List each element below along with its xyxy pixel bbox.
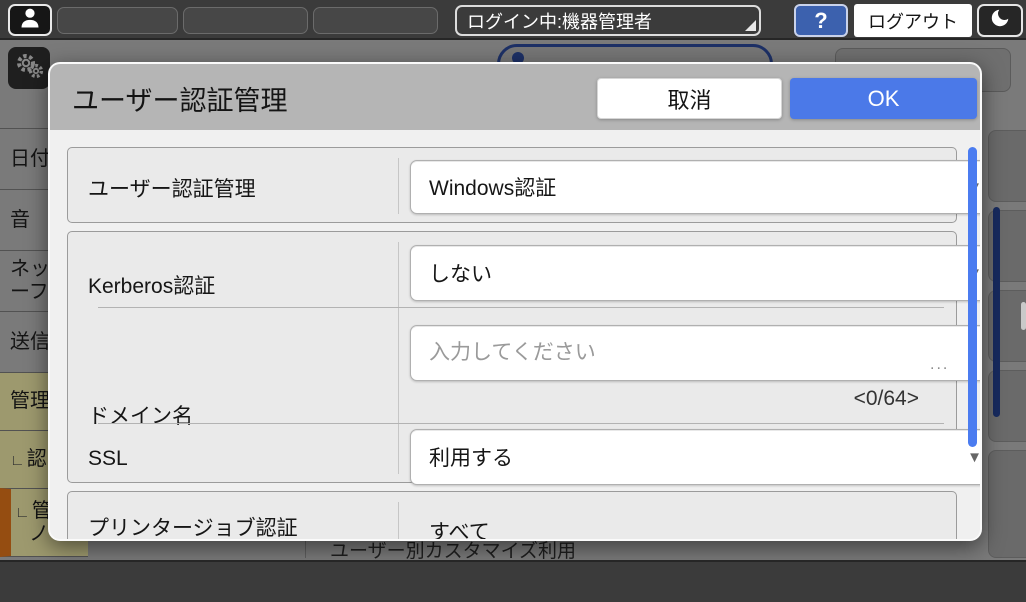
bottom-bar: 2023 / 05 / 19 15 : 44 xyxy=(0,560,1026,602)
field-group-windows-auth-settings: Kerberos認証 しない ▼ ドメイン名 ... <0/64> SSL 利用… xyxy=(67,231,957,483)
moon-icon xyxy=(989,7,1011,34)
printer-job-auth-dropdown[interactable]: すべて xyxy=(410,504,982,541)
column-divider xyxy=(398,242,399,474)
login-status-text: ログイン中:機器管理者 xyxy=(467,8,652,34)
dropdown-value: Windows認証 xyxy=(429,172,556,202)
row-divider xyxy=(98,423,944,424)
corner-triangle-icon xyxy=(745,20,756,31)
function-tab-slot-2[interactable] xyxy=(183,7,308,34)
user-auth-management-dialog: ユーザー認証管理 取消 OK ユーザー認証管理 Windows認証 ▼ Kerb… xyxy=(48,62,982,541)
dialog-scrollbar[interactable] xyxy=(968,147,977,447)
login-status-button[interactable]: ログイン中:機器管理者 xyxy=(455,5,761,36)
logout-button[interactable]: ログアウト xyxy=(854,4,972,37)
kerberos-dropdown[interactable]: しない ▼ xyxy=(410,245,982,301)
chevron-down-icon: ▼ xyxy=(967,449,982,466)
person-icon xyxy=(19,6,41,35)
domain-name-input[interactable] xyxy=(410,325,982,381)
user-button[interactable] xyxy=(8,4,52,36)
ssl-dropdown[interactable]: 利用する ▼ xyxy=(410,429,982,485)
field-label: ドメイン名 xyxy=(88,400,193,430)
column-divider xyxy=(398,502,399,541)
help-button[interactable]: ? xyxy=(794,4,848,37)
top-bar: ログイン中:機器管理者 ? ログアウト xyxy=(0,0,1026,40)
dropdown-value: すべて xyxy=(429,516,490,541)
energy-saver-button[interactable] xyxy=(977,4,1023,37)
function-tab-slot-3[interactable] xyxy=(313,7,438,34)
screen-edge-handle[interactable] xyxy=(1021,302,1026,330)
more-options-icon[interactable]: ... xyxy=(930,356,949,374)
cancel-button[interactable]: 取消 xyxy=(597,78,782,119)
function-tab-slot-1[interactable] xyxy=(57,7,178,34)
screen: 日付 音 ネッ ーフ 送信 管理 ∟認 ∟管 ノ ユーザー別カスタマイズ利用 ユ… xyxy=(0,0,1026,602)
field-label: ユーザー認証管理 xyxy=(88,173,256,203)
field-label: Kerberos認証 xyxy=(88,270,215,300)
dialog-title: ユーザー認証管理 xyxy=(72,79,287,118)
column-divider xyxy=(398,158,399,214)
ok-button[interactable]: OK xyxy=(790,78,977,119)
dropdown-value: 利用する xyxy=(429,442,513,472)
user-auth-dropdown[interactable]: Windows認証 ▼ xyxy=(410,160,982,214)
field-label: SSL xyxy=(88,447,128,471)
field-group-printer-job-auth: プリンタージョブ認証 すべて xyxy=(67,491,957,541)
dropdown-value: しない xyxy=(429,258,492,288)
row-divider xyxy=(98,307,944,308)
field-group-user-auth: ユーザー認証管理 Windows認証 ▼ xyxy=(67,147,957,223)
field-label: プリンタージョブ認証 xyxy=(88,512,298,541)
character-counter: <0/64> xyxy=(854,387,919,411)
